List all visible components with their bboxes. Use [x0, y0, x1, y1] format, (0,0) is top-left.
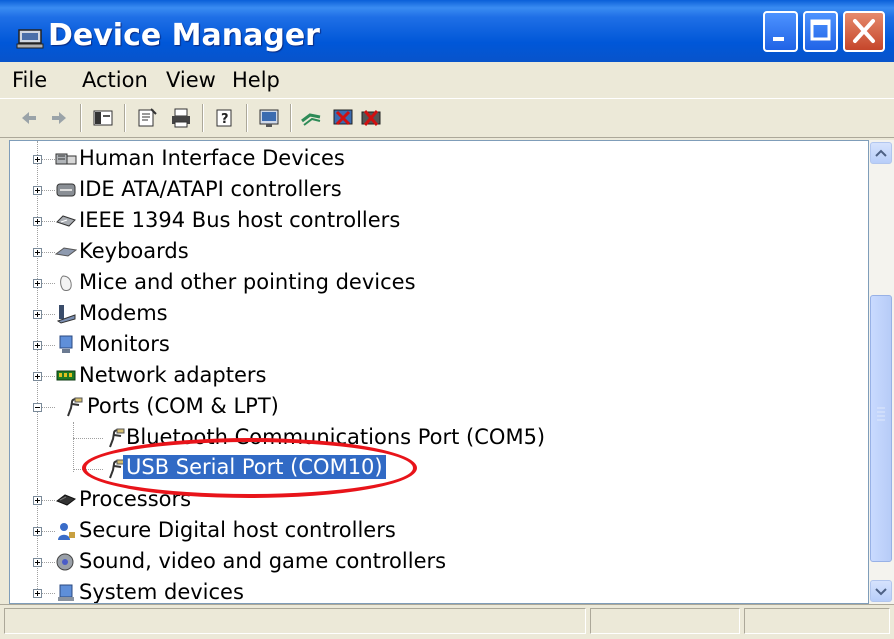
expand-icon[interactable]	[33, 279, 42, 288]
scroll-thumb[interactable]	[870, 295, 892, 562]
grip-icon	[877, 407, 885, 421]
menu-action[interactable]: Action	[82, 68, 148, 92]
uninstall-device-icon[interactable]	[360, 107, 382, 129]
tree-item-modems[interactable]: Modems	[10, 299, 860, 329]
expand-icon[interactable]	[33, 155, 42, 164]
sd-controller-icon	[58, 523, 75, 540]
ieee1394-icon	[56, 215, 76, 227]
maximize-icon	[810, 19, 831, 41]
device-manager-icon	[16, 29, 44, 49]
tree-item-ide-controllers[interactable]: IDE ATA/ATAPI controllers	[10, 175, 860, 205]
tree-item-keyboards[interactable]: Keyboards	[10, 237, 860, 267]
port-icon	[67, 397, 83, 417]
tree-item-human-interface-devices[interactable]: Human Interface Devices	[10, 144, 860, 174]
menu-file[interactable]: File	[12, 68, 47, 92]
menu-view[interactable]: View	[166, 68, 216, 92]
toolbar-separator	[202, 104, 204, 132]
back-icon[interactable]	[18, 107, 40, 129]
tree-item-label: IDE ATA/ATAPI controllers	[79, 177, 342, 201]
tree-item-label: System devices	[79, 580, 244, 604]
scroll-down-button[interactable]	[870, 580, 892, 602]
scan-hardware-icon[interactable]	[258, 107, 280, 129]
expand-icon[interactable]	[33, 558, 42, 567]
expand-icon[interactable]	[33, 248, 42, 257]
monitor-icon	[59, 335, 73, 353]
scroll-up-button[interactable]	[870, 142, 892, 164]
tree-item-network-adapters[interactable]: Network adapters	[10, 361, 860, 391]
chevron-down-icon	[875, 588, 887, 596]
network-adapter-icon	[56, 370, 76, 381]
show-hide-console-tree-icon[interactable]	[92, 107, 114, 129]
system-devices-icon	[58, 584, 74, 601]
close-button[interactable]	[843, 11, 885, 52]
expand-icon[interactable]	[33, 527, 42, 536]
minimize-icon	[773, 37, 784, 41]
expand-icon[interactable]	[33, 341, 42, 350]
disable-device-icon[interactable]	[332, 107, 354, 129]
tree-item-label: Mice and other pointing devices	[79, 270, 416, 294]
svg-text:?: ?	[221, 112, 229, 127]
status-cell	[744, 608, 890, 634]
tree-item-system-devices[interactable]: System devices	[10, 578, 860, 604]
expand-icon[interactable]	[33, 372, 42, 381]
expand-icon[interactable]	[33, 589, 42, 598]
toolbar-separator	[290, 104, 292, 132]
toolbar	[0, 98, 894, 138]
tree-item-secure-digital[interactable]: Secure Digital host controllers	[10, 516, 860, 546]
expand-icon[interactable]	[33, 186, 42, 195]
tree-item-monitors[interactable]: Monitors	[10, 330, 860, 360]
tree-connector	[73, 438, 103, 439]
close-icon	[853, 19, 875, 43]
help-icon[interactable]: ?	[214, 107, 236, 129]
tree-item-label: Ports (COM & LPT)	[87, 394, 279, 418]
keyboard-icon	[55, 247, 77, 257]
hid-icon	[55, 153, 77, 165]
modem-icon	[56, 305, 76, 324]
sound-icon	[56, 553, 74, 571]
processor-icon	[55, 494, 77, 506]
status-cell	[590, 608, 740, 634]
ide-icon	[56, 183, 76, 197]
device-tree[interactable]: Human Interface Devices IDE ATA/ATAPI co…	[9, 140, 869, 604]
expand-icon[interactable]	[33, 310, 42, 319]
mouse-icon	[60, 275, 72, 291]
annotation-ellipse	[82, 438, 417, 498]
expand-icon[interactable]	[33, 217, 42, 226]
print-icon[interactable]	[170, 107, 192, 129]
tree-item-label: Monitors	[79, 332, 170, 356]
toolbar-separator	[80, 104, 82, 132]
tree-item-ports[interactable]: Ports (COM & LPT)	[10, 392, 860, 422]
chevron-up-icon	[875, 149, 887, 157]
properties-icon[interactable]	[136, 107, 158, 129]
tree-item-label: Secure Digital host controllers	[79, 518, 396, 542]
update-driver-icon[interactable]	[300, 107, 322, 129]
tree-item-sound[interactable]: Sound, video and game controllers	[10, 547, 860, 577]
device-manager-window: Device Manager File Action View Help ? H…	[0, 0, 894, 639]
tree-item-label: Human Interface Devices	[79, 146, 345, 170]
tree-item-ieee1394[interactable]: IEEE 1394 Bus host controllers	[10, 206, 860, 236]
forward-icon[interactable]	[48, 107, 70, 129]
status-cell	[4, 608, 586, 634]
tree-item-label: Keyboards	[79, 239, 189, 263]
port-icon	[109, 428, 125, 448]
tree-item-label: IEEE 1394 Bus host controllers	[79, 208, 401, 232]
menu-help[interactable]: Help	[232, 68, 280, 92]
toolbar-separator	[124, 104, 126, 132]
collapse-icon[interactable]	[33, 403, 42, 412]
toolbar-separator	[246, 104, 248, 132]
expand-icon[interactable]	[33, 496, 42, 505]
maximize-button[interactable]	[803, 11, 838, 52]
tree-item-label: Sound, video and game controllers	[79, 549, 447, 573]
tree-item-mice[interactable]: Mice and other pointing devices	[10, 268, 860, 298]
minimize-button[interactable]	[763, 11, 798, 52]
tree-item-label: Network adapters	[79, 363, 267, 387]
tree-item-label: Modems	[79, 301, 168, 325]
window-title: Device Manager	[48, 18, 320, 53]
